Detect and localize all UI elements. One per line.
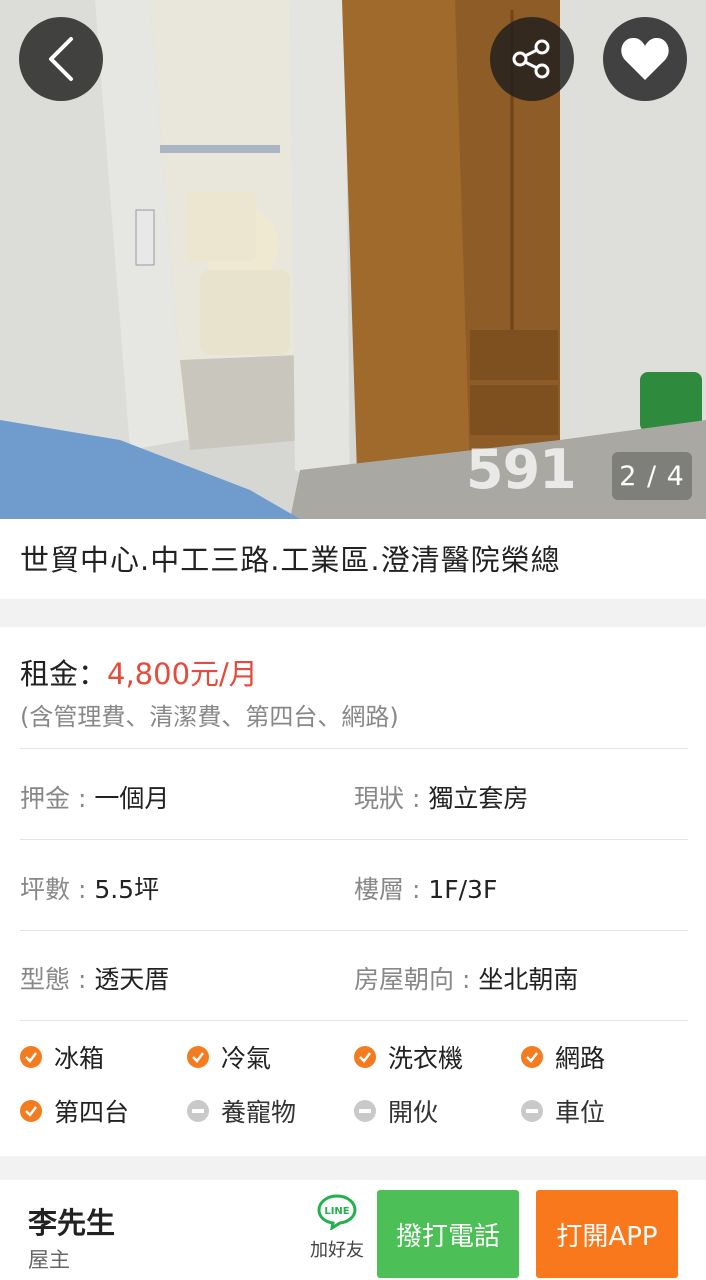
- price-value: 4,800元/月: [107, 657, 258, 691]
- feature-label: 開伙: [388, 1098, 439, 1127]
- price-note: (含管理費、清潔費、第四台、網路): [20, 703, 399, 731]
- price-row: 租金：4,800元/月: [20, 651, 258, 693]
- detail-key: 押金 :: [20, 784, 95, 813]
- line-label: 加好友: [310, 1240, 364, 1261]
- photo-counter: 2 / 4: [612, 452, 692, 500]
- feature-label: 網路: [555, 1044, 606, 1073]
- feature-item: 車位: [521, 1093, 605, 1129]
- price-label: 租金：: [20, 657, 108, 691]
- feature-item: 冰箱: [20, 1039, 104, 1075]
- detail-value: 5.5坪: [94, 875, 160, 904]
- detail-key: 坪數 :: [20, 875, 95, 904]
- divider: [20, 748, 688, 749]
- detail-value: 一個月: [94, 784, 170, 813]
- owner-name: 李先生: [28, 1206, 116, 1240]
- room-photo: [0, 0, 706, 519]
- detail-value: 坐北朝南: [478, 965, 579, 994]
- feature-label: 冰箱: [54, 1044, 105, 1073]
- detail-value: 透天厝: [94, 965, 170, 994]
- feature-label: 洗衣機: [388, 1044, 464, 1073]
- feature-item: 第四台: [20, 1093, 129, 1129]
- check-icon: [187, 1046, 209, 1068]
- back-button[interactable]: [19, 17, 103, 101]
- share-button[interactable]: [490, 17, 574, 101]
- detail-key: 現狀 :: [354, 784, 429, 813]
- listing-title: 世貿中心.中工三路.工業區.澄清醫院榮總: [20, 543, 561, 577]
- check-icon: [20, 1100, 42, 1122]
- detail-key: 房屋朝向 :: [354, 965, 479, 994]
- divider: [20, 930, 688, 931]
- section-gap: [0, 1156, 706, 1180]
- feature-item: 養寵物: [187, 1093, 296, 1129]
- detail-value: 1F/3F: [428, 875, 498, 904]
- photo-watermark: 591: [466, 438, 577, 501]
- feature-item: 冷氣: [187, 1039, 271, 1075]
- detail-floor: 樓層 : 1F/3F: [354, 870, 497, 906]
- chevron-left-icon: [49, 37, 73, 81]
- feature-item: 網路: [521, 1039, 605, 1075]
- detail-type: 型態 : 透天厝: [20, 960, 169, 996]
- info-section: 租金：4,800元/月 (含管理費、清潔費、第四台、網路) 押金 : 一個月 現…: [0, 627, 706, 1156]
- divider: [20, 1020, 688, 1021]
- favorite-button[interactable]: [603, 17, 687, 101]
- detail-key: 型態 :: [20, 965, 95, 994]
- call-button[interactable]: 撥打電話: [377, 1190, 519, 1278]
- feature-label: 第四台: [54, 1098, 130, 1127]
- check-icon: [354, 1046, 376, 1068]
- listing-page: 591 2 / 4 世貿中心.中工三路.工業區.澄清醫院榮總 租金：4,800元…: [0, 0, 706, 1280]
- detail-deposit: 押金 : 一個月: [20, 779, 169, 815]
- heart-icon: [621, 37, 669, 80]
- line-icon: LINE: [317, 1194, 357, 1230]
- feature-item: 開伙: [354, 1093, 438, 1129]
- detail-size: 坪數 : 5.5坪: [20, 870, 159, 906]
- detail-status: 現狀 : 獨立套房: [354, 779, 528, 815]
- bottom-action-bar: 李先生 屋主 LINE 加好友 撥打電話 打開APP: [0, 1180, 706, 1280]
- feature-label: 冷氣: [221, 1044, 272, 1073]
- feature-label: 車位: [555, 1098, 606, 1127]
- check-icon: [521, 1046, 543, 1068]
- minus-icon: [354, 1100, 376, 1122]
- detail-orientation: 房屋朝向 : 坐北朝南: [354, 960, 578, 996]
- check-icon: [20, 1046, 42, 1068]
- line-add-friend-button[interactable]: LINE 加好友: [304, 1194, 370, 1274]
- title-section: 世貿中心.中工三路.工業區.澄清醫院榮總: [0, 519, 706, 599]
- divider: [20, 839, 688, 840]
- minus-icon: [521, 1100, 543, 1122]
- line-icon-text: LINE: [324, 1206, 349, 1217]
- photo-carousel[interactable]: 591 2 / 4: [0, 0, 706, 519]
- owner-role: 屋主: [28, 1248, 70, 1272]
- detail-key: 樓層 :: [354, 875, 429, 904]
- share-icon: [512, 39, 550, 79]
- feature-label: 養寵物: [221, 1098, 297, 1127]
- section-gap: [0, 599, 706, 627]
- feature-item: 洗衣機: [354, 1039, 463, 1075]
- minus-icon: [187, 1100, 209, 1122]
- open-app-button[interactable]: 打開APP: [536, 1190, 678, 1278]
- detail-value: 獨立套房: [428, 784, 529, 813]
